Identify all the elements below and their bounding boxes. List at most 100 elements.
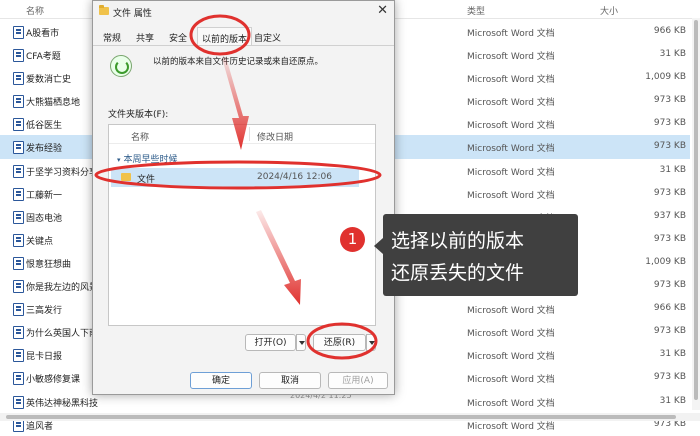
word-document-icon — [13, 72, 24, 86]
step-number-badge: 1 — [340, 227, 365, 252]
folder-icon — [99, 5, 109, 15]
horizontal-scrollbar[interactable] — [0, 413, 700, 421]
file-type: Microsoft Word 文档 — [467, 190, 555, 201]
file-size: 31 KB — [659, 349, 686, 360]
dialog-title-bar[interactable]: 文件 属性 ✕ — [93, 1, 394, 23]
version-entry-name: 文件 — [137, 175, 156, 185]
file-size: 1,009 KB — [645, 256, 686, 267]
cancel-button[interactable]: 取消 — [259, 372, 321, 389]
file-name: CFA考题 — [26, 52, 61, 63]
file-type: Microsoft Word 文档 — [467, 329, 555, 340]
file-name: 恨意狂想曲 — [26, 259, 72, 270]
scroll-thumb[interactable] — [694, 20, 698, 400]
open-dropdown-button[interactable] — [296, 334, 306, 351]
file-name: 固态电池 — [26, 213, 63, 224]
file-type: Microsoft Word 文档 — [467, 144, 555, 155]
apply-button[interactable]: 应用(A) — [328, 372, 388, 389]
word-document-icon — [13, 49, 24, 63]
chevron-down-icon[interactable]: ▾ — [117, 156, 121, 164]
word-document-icon — [13, 280, 24, 294]
file-type: Microsoft Word 文档 — [467, 306, 555, 317]
file-name: 低谷医生 — [26, 121, 63, 132]
word-document-icon — [13, 95, 24, 109]
file-size: 966 KB — [653, 26, 686, 36]
column-header-size[interactable]: 大小 — [600, 4, 618, 17]
word-document-icon — [13, 141, 24, 155]
open-button[interactable]: 打开(O) — [245, 334, 296, 351]
word-document-icon — [13, 26, 24, 39]
file-type: Microsoft Word 文档 — [467, 121, 555, 132]
file-size: 31 KB — [659, 395, 686, 406]
file-size: 973 KB — [653, 95, 686, 106]
file-type: Microsoft Word 文档 — [467, 52, 555, 63]
folder-versions-label: 文件夹版本(F): — [108, 110, 169, 120]
file-name: 你是我左边的风景 — [26, 283, 99, 294]
file-type: Microsoft Word 文档 — [467, 375, 555, 386]
file-size: 973 KB — [653, 118, 686, 129]
file-name: A股看市 — [26, 29, 60, 39]
file-size: 966 KB — [653, 303, 686, 314]
properties-dialog: 文件 属性 ✕ 常规 共享 安全 以前的版本 自定义 以前的版本来自文件历史记录… — [92, 0, 395, 395]
word-document-icon — [13, 256, 24, 270]
vertical-scrollbar[interactable] — [692, 18, 700, 410]
file-type: Microsoft Word 文档 — [467, 29, 555, 39]
file-name: 三高发行 — [26, 306, 63, 317]
word-document-icon — [13, 233, 24, 247]
file-name: 关键点 — [26, 236, 54, 247]
scroll-thumb[interactable] — [6, 415, 676, 419]
header-divider — [249, 127, 250, 141]
close-icon[interactable]: ✕ — [377, 3, 388, 18]
versions-list[interactable]: 名称 修改日期 ▾ 本周早些时候 文件 2024/4/16 12:06 — [108, 124, 376, 326]
file-size: 31 KB — [659, 49, 686, 60]
ok-button[interactable]: 确定 — [190, 372, 252, 389]
callout-line-1: 选择以前的版本 — [391, 230, 525, 252]
file-size: 973 KB — [653, 372, 686, 383]
file-size: 31 KB — [659, 164, 686, 175]
file-name: 小敏感修复课 — [26, 375, 81, 386]
file-size: 937 KB — [653, 210, 686, 221]
versions-description: 以前的版本来自文件历史记录或来自还原点。 — [153, 57, 324, 67]
file-size: 1,009 KB — [645, 72, 686, 83]
tab-security[interactable]: 安全 — [169, 31, 187, 44]
file-name: 爱数消亡史 — [26, 75, 72, 86]
restore-dropdown-button[interactable] — [366, 334, 376, 351]
word-document-icon — [13, 326, 24, 340]
list-header-name[interactable]: 名称 — [131, 130, 149, 143]
file-type: Microsoft Word 文档 — [467, 75, 555, 86]
restore-button[interactable]: 还原(R) — [313, 334, 366, 351]
tab-customize[interactable]: 自定义 — [254, 31, 281, 44]
versions-list-header: 名称 修改日期 — [109, 125, 375, 144]
file-name: 英伟达神秘黑科技 — [26, 398, 99, 409]
file-name: 昆卡日报 — [26, 352, 63, 363]
word-document-icon — [13, 164, 24, 178]
file-type: Microsoft Word 文档 — [467, 352, 555, 363]
column-header-type[interactable]: 类型 — [467, 4, 485, 17]
word-document-icon — [13, 118, 24, 132]
file-type: Microsoft Word 文档 — [467, 167, 555, 178]
list-header-date[interactable]: 修改日期 — [257, 130, 293, 143]
file-name: 工藤新一 — [26, 190, 63, 201]
file-size: 973 KB — [653, 280, 686, 291]
file-type: Microsoft Word 文档 — [467, 398, 555, 409]
column-header-name[interactable]: 名称 — [26, 4, 44, 17]
file-size: 973 KB — [653, 233, 686, 244]
tab-bar: 常规 共享 安全 以前的版本 自定义 — [93, 25, 394, 46]
dialog-title: 文件 属性 — [113, 9, 152, 19]
word-document-icon — [13, 187, 24, 201]
version-entry-date: 2024/4/16 12:06 — [257, 172, 332, 182]
tab-previous-versions[interactable]: 以前的版本 — [197, 27, 253, 45]
file-size: 973 KB — [653, 141, 686, 152]
callout-line-2: 还原丢失的文件 — [391, 262, 525, 284]
tab-general[interactable]: 常规 — [103, 31, 121, 44]
word-document-icon — [13, 349, 24, 363]
version-group[interactable]: ▾ 本周早些时候 — [117, 152, 178, 165]
file-type: Microsoft Word 文档 — [467, 98, 555, 109]
word-document-icon — [13, 372, 24, 386]
folder-icon — [121, 173, 131, 181]
file-name: 大熊猫栖息地 — [26, 98, 81, 109]
word-document-icon — [13, 210, 24, 224]
version-entry[interactable]: 文件 2024/4/16 12:06 — [111, 168, 359, 187]
group-label: 本周早些时候 — [123, 155, 178, 165]
tab-sharing[interactable]: 共享 — [136, 31, 154, 44]
file-size: 973 KB — [653, 326, 686, 337]
